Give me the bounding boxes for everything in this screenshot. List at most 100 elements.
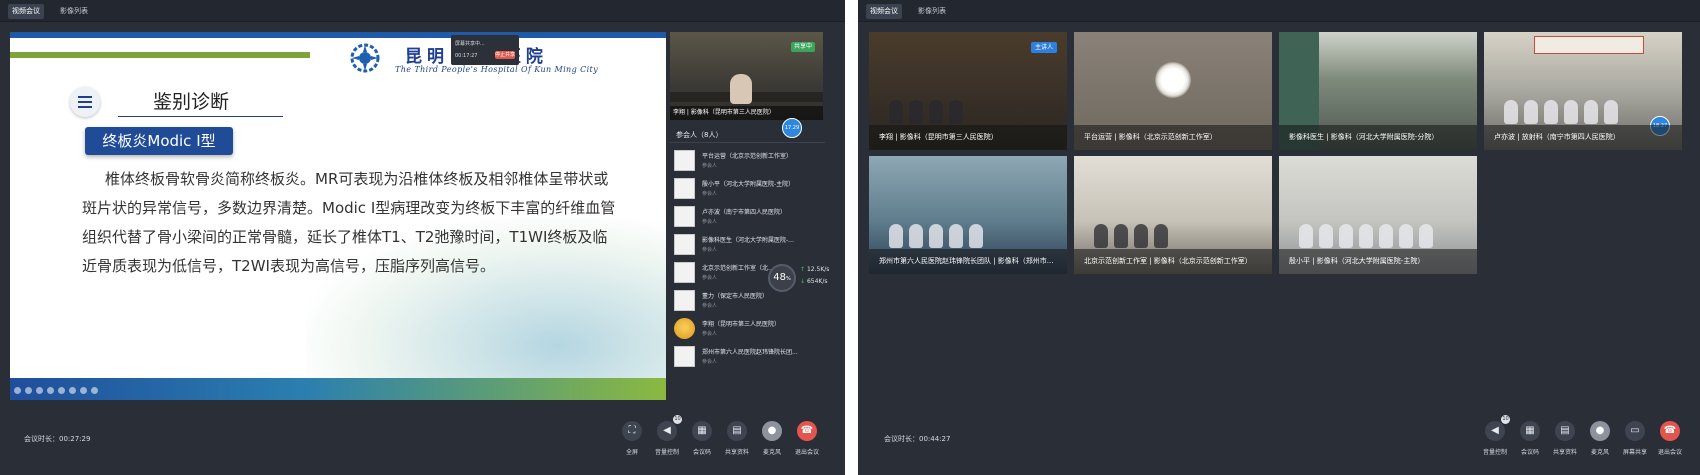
tile-name: 卢亦波 | 放射科（南宁市第四人民医院） <box>1484 125 1682 150</box>
slide-tool-pen[interactable] <box>36 387 43 394</box>
participant-item[interactable]: 郑州市第六人民医院赵玮锋院长团... 参会人 <box>674 344 820 370</box>
video-tile[interactable]: 18.27 卢亦波 | 放射科（南宁市第四人民医院） <box>1484 32 1682 150</box>
volume-badge: 10 <box>1501 415 1510 424</box>
meeting-window-gallery: 视频会议 影像列表 主讲人 李翔 | 影像科（昆明市第三人民医院） 平台运营 |… <box>858 0 1700 475</box>
tab-image-list[interactable]: 影像列表 <box>914 4 950 19</box>
slide-tool-grid[interactable] <box>69 387 76 394</box>
participant-name: 李翔（昆明市第三人民医院） <box>702 321 781 328</box>
shared-slide: 昆明 人民医院 The Third People's Hospital Of K… <box>10 32 666 400</box>
participant-name: 殷小平（河北大学附属医院-主院） <box>702 181 795 188</box>
avatar <box>674 262 695 283</box>
tile-people <box>889 100 963 124</box>
participant-name: 北京示范创新工作室（北... <box>702 265 774 272</box>
share-materials-button[interactable]: ▤ 共享资料 <box>722 421 752 459</box>
meeting-duration: 会议时长：00:27:29 <box>24 435 91 443</box>
hangup-icon: ☎ <box>1660 421 1680 441</box>
slide-tool-prev[interactable] <box>14 387 21 394</box>
participants-divider <box>670 142 825 143</box>
hospital-logo-icon <box>350 43 380 73</box>
tab-video-meeting[interactable]: 视频会议 <box>866 4 902 19</box>
participant-name: 董力（保定市人民医院） <box>702 293 769 300</box>
sharing-popup: 屏幕共享中... 00:17:27 停止共享 <box>451 35 519 65</box>
upload-speed-value: 12.5 <box>806 266 821 273</box>
participant-role: 参会人 <box>702 275 718 281</box>
volume-icon: ◀ <box>657 421 677 441</box>
speaker-camera-thumbnail[interactable]: 共享中 李翔 | 影像科（昆明市第三人民医院） <box>670 32 823 120</box>
host-badge: 主讲人 <box>1030 42 1057 53</box>
leave-meeting-button[interactable]: ☎ 退出会议 <box>1655 421 1685 459</box>
leave-meeting-label: 退出会议 <box>1657 449 1682 456</box>
participants-header: 参会人（8人） <box>676 131 723 139</box>
video-tile[interactable]: 影像科医生 | 影像科（河北大学附属医院-分院） <box>1279 32 1477 150</box>
participant-name: 郑州市第六人民医院赵玮锋院长团... <box>702 349 798 356</box>
video-tile[interactable]: 北京示范创新工作室 | 影像科（北京示范创新工作室） <box>1074 156 1272 274</box>
meeting-code-button[interactable]: ▦ 会议码 <box>1515 421 1545 459</box>
volume-control-button[interactable]: ◀ 10 音量控制 <box>652 415 682 459</box>
document-icon: ▤ <box>1555 421 1575 441</box>
participant-name: 平台运营（北京示范创新工作室） <box>702 153 793 160</box>
tile-name: 平台运营 | 影像科（北京示范创新工作室） <box>1074 125 1272 150</box>
fullscreen-button[interactable]: ⛶ 全屏 <box>617 421 647 459</box>
participant-item[interactable]: 殷小平（河北大学附属医院-主院） 参会人 <box>674 176 820 202</box>
participant-name: 卢亦波（南宁市第四人民医院） <box>702 209 787 216</box>
network-speed-value: 48 <box>773 272 786 283</box>
slide-tool-eraser[interactable] <box>47 387 54 394</box>
floating-badge[interactable]: 17.29 <box>782 118 802 138</box>
stop-sharing-button[interactable]: 停止共享 <box>495 51 515 59</box>
qrcode-icon: ▦ <box>692 421 712 441</box>
share-materials-button[interactable]: ▤ 共享资料 <box>1550 421 1580 459</box>
download-speed: ↓ 654K/s <box>800 278 828 285</box>
participant-item[interactable]: 影像科医生（河北大学附属医院-... 参会人 <box>674 232 820 258</box>
video-tile[interactable]: 郑州市第六人民医院赵玮锋院长团队 | 影像科（郑州市... <box>869 156 1067 274</box>
hospital-name-en: The Third People's Hospital Of Kun Ming … <box>395 65 599 74</box>
participant-item[interactable]: 卢亦波（南宁市第四人民医院） 参会人 <box>674 204 820 230</box>
tile-name: 李翔 | 影像科（昆明市第三人民医院） <box>869 125 1067 150</box>
screen-share-button[interactable]: ▭ 屏幕共享 <box>1620 421 1650 459</box>
slide-tool-next[interactable] <box>25 387 32 394</box>
volume-control-button[interactable]: ◀ 10 音量控制 <box>1480 415 1510 459</box>
avatar <box>674 206 695 227</box>
participant-role: 参会人 <box>702 331 718 337</box>
network-speed-unit: % <box>785 276 791 282</box>
avatar <box>674 178 695 199</box>
title-underline <box>118 116 283 117</box>
tile-name: 郑州市第六人民医院赵玮锋院长团队 | 影像科（郑州市... <box>869 249 1067 274</box>
document-icon: ▤ <box>727 421 747 441</box>
slide-toolbar <box>14 387 98 394</box>
participant-role: 参会人 <box>702 247 718 253</box>
participant-role: 参会人 <box>702 303 718 309</box>
slide-tool-more[interactable] <box>91 387 98 394</box>
leave-meeting-button[interactable]: ☎ 退出会议 <box>792 421 822 459</box>
upload-speed: ↑ 12.5K/s <box>800 266 830 273</box>
video-tile[interactable]: 主讲人 李翔 | 影像科（昆明市第三人民医院） <box>869 32 1067 150</box>
slide-tool-pointer[interactable] <box>58 387 65 394</box>
tile-banner <box>1534 36 1644 54</box>
meeting-code-button[interactable]: ▦ 会议码 <box>687 421 717 459</box>
hangup-icon: ☎ <box>797 421 817 441</box>
upload-speed-unit: K/s <box>820 266 830 273</box>
participant-item[interactable]: 平台运营（北京示范创新工作室） 参会人 <box>674 148 820 174</box>
microphone-icon: ● <box>1590 421 1610 441</box>
participant-role: 参会人 <box>702 219 718 225</box>
tile-people <box>1094 224 1168 248</box>
tile-name: 北京示范创新工作室 | 影像科（北京示范创新工作室） <box>1074 249 1272 274</box>
participant-item[interactable]: 董力（保定市人民医院） 参会人 <box>674 288 820 314</box>
tab-image-list[interactable]: 影像列表 <box>56 4 92 19</box>
video-tile[interactable]: 殷小平 | 影像科（河北大学附属医院-主院） <box>1279 156 1477 274</box>
top-tab-bar: 视频会议 影像列表 <box>0 0 845 22</box>
participant-role: 参会人 <box>702 359 718 365</box>
participant-item[interactable]: 北京示范创新工作室（北... 参会人 <box>674 260 820 286</box>
avatar <box>674 318 695 339</box>
avatar <box>674 290 695 311</box>
slide-body-text: 椎体终板骨软骨炎简称终板炎。MR可表现为沿椎体终板及相邻椎体呈带状或斑片状的异常… <box>82 170 616 275</box>
participant-role: 参会人 <box>702 191 718 197</box>
download-speed-unit: K/s <box>818 278 828 285</box>
slide-title: 鉴别诊断 <box>153 91 230 113</box>
slide-tool-zoom[interactable] <box>80 387 87 394</box>
video-tile[interactable]: 平台运营 | 影像科（北京示范创新工作室） <box>1074 32 1272 150</box>
tab-video-meeting[interactable]: 视频会议 <box>8 4 44 19</box>
microphone-button[interactable]: ● 麦克风 <box>1585 421 1615 459</box>
tile-people <box>889 224 983 248</box>
microphone-button[interactable]: ● 麦克风 <box>757 421 787 459</box>
participant-item[interactable]: 李翔（昆明市第三人民医院） 参会人 <box>674 316 820 342</box>
